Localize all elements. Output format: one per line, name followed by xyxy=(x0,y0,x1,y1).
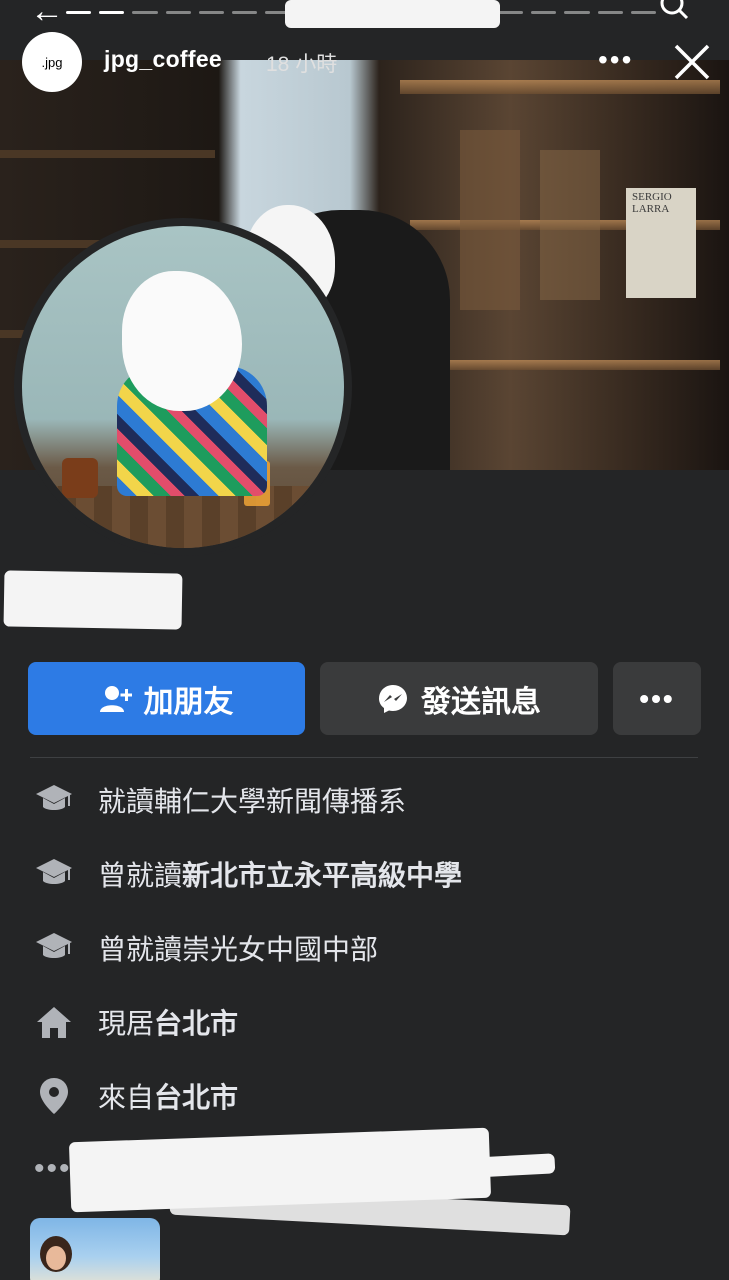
add-person-icon xyxy=(99,685,132,712)
graduation-cap-icon xyxy=(34,928,74,968)
info-value[interactable]: 新北市立永平高級中學 xyxy=(182,860,462,891)
send-message-label: 發送訊息 xyxy=(421,685,541,719)
story-avatar[interactable]: .jpg xyxy=(22,32,82,92)
info-row-education: 曾就讀新北市立永平高級中學 xyxy=(34,852,462,896)
messenger-icon xyxy=(379,684,407,713)
book-cover-text: SERGIO LARRA xyxy=(626,188,696,298)
info-row-current-city: 現居台北市 xyxy=(34,1000,238,1044)
divider xyxy=(30,757,698,758)
more-options-button[interactable]: ••• xyxy=(613,662,701,735)
info-value[interactable]: 輔仁大學新聞傳播系 xyxy=(154,786,406,817)
redaction-scribble xyxy=(285,0,500,28)
send-message-button[interactable]: 發送訊息 xyxy=(320,662,598,735)
story-timestamp: 18 小時 xyxy=(266,53,338,76)
close-icon[interactable] xyxy=(670,40,714,84)
info-prefix: 就讀 xyxy=(98,786,155,817)
graduation-cap-icon xyxy=(34,854,74,894)
info-value[interactable]: 崇光女中國中部 xyxy=(182,934,378,965)
back-arrow-icon[interactable]: ← xyxy=(30,0,64,28)
info-prefix: 曾就讀 xyxy=(98,934,183,965)
profile-picture[interactable] xyxy=(14,218,352,556)
story-username[interactable]: jpg_coffee xyxy=(104,46,222,73)
info-prefix: 曾就讀 xyxy=(98,860,183,891)
redaction-scribble xyxy=(122,271,242,411)
info-value[interactable]: 台北市 xyxy=(154,1082,238,1113)
info-prefix: 來自 xyxy=(98,1082,155,1113)
add-friend-label: 加朋友 xyxy=(143,685,234,719)
info-row-hometown: 來自台北市 xyxy=(34,1074,238,1118)
more-info-button[interactable]: ••• xyxy=(34,1152,72,1186)
info-row-education: 就讀輔仁大學新聞傳播系 xyxy=(34,778,406,822)
story-header: .jpg jpg_coffee 18 小時 ••• xyxy=(0,30,729,92)
story-more-button[interactable]: ••• xyxy=(598,44,633,76)
info-value[interactable]: 台北市 xyxy=(154,1008,238,1039)
home-icon xyxy=(34,1002,74,1042)
info-prefix: 現居 xyxy=(98,1008,155,1039)
graduation-cap-icon xyxy=(34,780,74,820)
profile-name-redacted xyxy=(3,570,183,630)
search-icon[interactable] xyxy=(659,0,689,22)
info-row-education: 曾就讀崇光女中國中部 xyxy=(34,926,378,970)
location-pin-icon xyxy=(34,1076,74,1116)
photo-thumbnail[interactable] xyxy=(30,1218,160,1280)
add-friend-button[interactable]: 加朋友 xyxy=(28,662,305,735)
